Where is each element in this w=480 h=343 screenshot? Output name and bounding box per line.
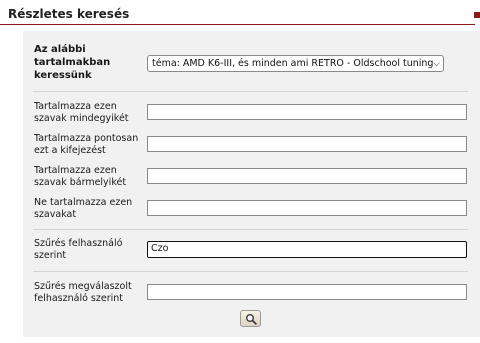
magnifier-icon xyxy=(246,314,257,325)
replied-user-input[interactable] xyxy=(147,284,467,300)
user-filter-label: Szűrés felhasználó szerint xyxy=(34,238,123,261)
exact-phrase-input[interactable] xyxy=(147,136,467,152)
header-divider xyxy=(0,24,475,25)
section-header: Részletes keresés xyxy=(0,0,480,30)
none-words-label: Ne tartalmazza ezen szavakat xyxy=(34,197,133,220)
header-marker xyxy=(474,12,480,18)
replied-user-label: Szűrés megválaszolt felhasználó szerint xyxy=(34,281,132,304)
any-words-label: Tartalmazza ezen szavak bármelyikét xyxy=(34,165,127,188)
scope-select[interactable]: téma: AMD K6-III, és minden ami RETRO - … xyxy=(147,55,444,72)
divider xyxy=(33,271,468,272)
none-words-input[interactable] xyxy=(147,200,467,216)
all-words-input[interactable] xyxy=(147,104,467,120)
exact-phrase-label: Tartalmazza pontosan ezt a kifejezést xyxy=(34,133,139,156)
user-filter-input[interactable]: Czo xyxy=(147,241,467,258)
divider xyxy=(33,91,468,92)
chevron-down-icon: ⌵ xyxy=(433,59,440,69)
scope-select-value: téma: AMD K6-III, és minden ami RETRO - … xyxy=(152,58,434,69)
divider xyxy=(33,229,468,230)
scope-label: Az alábbi tartalmakban keressünk xyxy=(34,44,111,81)
any-words-input[interactable] xyxy=(147,168,467,184)
section-title: Részletes keresés xyxy=(8,7,130,21)
advanced-search-form: Az alábbi tartalmakban keressünk téma: A… xyxy=(23,31,480,337)
all-words-label: Tartalmazza ezen szavak mindegyikét xyxy=(34,101,129,124)
search-button[interactable] xyxy=(240,310,261,327)
